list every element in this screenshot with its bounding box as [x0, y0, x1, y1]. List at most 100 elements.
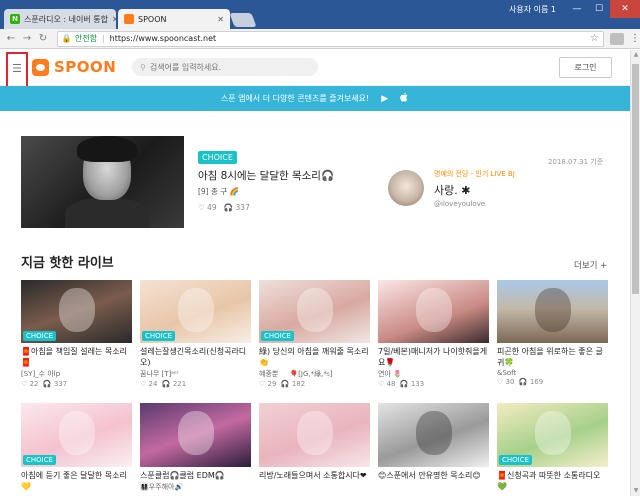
hall-of-fame-date: 2018.07.31 기준 — [548, 158, 604, 166]
secure-indicator[interactable]: 🔒 안전함 — [62, 33, 97, 44]
apple-store-icon[interactable] — [400, 92, 409, 105]
bookmark-star-icon[interactable]: ☆ — [590, 33, 599, 44]
live-title[interactable]: 綠) 당신의 아침을 깨워줄 목소리👏 — [259, 346, 370, 368]
listeners-count: 🎧 182 — [280, 380, 306, 388]
search-input[interactable] — [149, 62, 300, 72]
close-window-button[interactable]: ✕ — [610, 0, 640, 18]
live-thumbnail[interactable]: CHOICE — [21, 403, 132, 467]
live-author[interactable]: 연아 🌷 — [378, 369, 489, 379]
avatar[interactable] — [388, 170, 424, 206]
url-text[interactable]: https://www.spooncast.net — [110, 34, 217, 43]
live-thumbnail[interactable] — [378, 403, 489, 467]
live-title[interactable]: 7일/베본)매니저가 나이핫줘을게요🌹 — [378, 346, 489, 368]
google-play-icon[interactable]: ▶ — [381, 94, 388, 104]
likes-count: ♡ 49 — [198, 203, 217, 212]
featured-live-thumbnail[interactable] — [21, 136, 184, 228]
live-stats: ♡ 29 🎧 182 — [259, 380, 370, 388]
tab-naver[interactable]: N 스푼라디오 : 네이버 통합 ✕ — [4, 9, 116, 29]
scroll-thumb[interactable] — [632, 64, 639, 294]
live-thumbnail[interactable]: CHOICE — [497, 403, 608, 467]
live-author[interactable]: 꿈나무 [T]ᵃᵉᶦ — [140, 369, 251, 379]
lock-icon: 🔒 — [61, 34, 72, 43]
site-header: ☰ SPOON ⚲ 로그인 — [0, 50, 630, 90]
listeners-count: 🎧 169 — [518, 378, 544, 386]
scroll-down-arrow-icon[interactable]: ▼ — [631, 486, 640, 496]
hall-of-fame-label: 명예의 전당 - 인기 LIVE BJ — [434, 170, 515, 178]
live-stats: ♡ 30 🎧 169 — [497, 378, 608, 386]
likes-count: ♡ 29 — [259, 380, 277, 388]
thumbnail-figure — [297, 411, 333, 455]
hamburger-menu-button[interactable]: ☰ — [6, 52, 28, 90]
live-title[interactable]: 설레는잘생긴목소리(신청곡라디오) — [140, 346, 251, 368]
new-tab-button[interactable] — [229, 13, 257, 27]
live-card[interactable]: 리방/노래들으며서 소통합시다❤ — [259, 403, 370, 492]
choice-badge: CHOICE — [23, 455, 57, 465]
live-author[interactable]: 혜중뿐 🎈[JG,*綠,*₅] — [259, 369, 370, 379]
page-scrollbar[interactable]: ▲ ▼ — [630, 50, 640, 496]
live-card[interactable]: CHOICE 설레는잘생긴목소리(신청곡라디오) 꿈나무 [T]ᵃᵉᶦ ♡ 24… — [140, 280, 251, 388]
live-card[interactable]: CHOICE 🧧신청곡과 따뜻한 소통라디오💚 — [497, 403, 608, 492]
live-thumbnail[interactable] — [497, 280, 608, 343]
thumbnail-figure — [59, 288, 95, 332]
forward-icon[interactable]: → — [19, 33, 35, 44]
live-thumbnail[interactable]: CHOICE — [259, 280, 370, 343]
thumbnail-figure — [178, 288, 214, 332]
live-title[interactable]: 아침에 듣기 좋은 달달한 목소리💛 — [21, 470, 132, 492]
likes-count: ♡ 22 — [21, 380, 39, 388]
live-thumbnail[interactable] — [378, 280, 489, 343]
listeners-count: 🎧 337 — [223, 203, 250, 212]
browser-menu-icon[interactable]: ⋮ — [630, 33, 640, 44]
spoon-logo[interactable]: SPOON — [32, 58, 116, 76]
likes-count: ♡ 24 — [140, 380, 158, 388]
back-icon[interactable]: ← — [3, 33, 19, 44]
live-card[interactable]: CHOICE 아침에 듣기 좋은 달달한 목소리💛 — [21, 403, 132, 492]
live-title[interactable]: 리방/노래들으며서 소통합시다❤ — [259, 470, 370, 492]
reload-icon[interactable]: ↻ — [35, 33, 51, 44]
see-more-link[interactable]: 더보기 + — [574, 259, 607, 271]
secure-label: 안전함 — [74, 34, 97, 43]
live-thumbnail[interactable] — [140, 403, 251, 467]
app-promo-banner[interactable]: 스푼 앱에서 더 다양한 콘텐츠를 즐겨보세요! ▶ — [0, 86, 630, 111]
window-user-label: 사용자 이름 1 — [509, 5, 556, 14]
banner-text: 스푼 앱에서 더 다양한 콘텐츠를 즐겨보세요! — [220, 94, 370, 103]
close-tab-icon[interactable]: ✕ — [108, 15, 116, 24]
live-thumbnail[interactable]: CHOICE — [21, 280, 132, 343]
url-bar[interactable]: 🔒 안전함 | https://www.spooncast.net ☆ — [56, 30, 605, 47]
live-title[interactable]: 🧧아침을 책임질 설레는 목소리🧧 — [21, 346, 132, 368]
login-button[interactable]: 로그인 — [559, 57, 612, 78]
featured-figure-body — [65, 198, 149, 228]
live-card[interactable]: 7일/베본)매니저가 나이핫줘을게요🌹 연아 🌷 ♡ 48 🎧 133 — [378, 280, 489, 388]
live-thumbnail[interactable] — [259, 403, 370, 467]
live-title[interactable]: 피곤한 아침을 위로하는 좋은 글귀🍀 — [497, 346, 608, 368]
live-card[interactable]: CHOICE 🧧아침을 책임질 설레는 목소리🧧 [SY]_수 아lp ♡ 22… — [21, 280, 132, 388]
spoon-logo-icon — [32, 58, 49, 76]
featured-title[interactable]: 아침 8시에는 달달한 목소리🎧 — [198, 168, 334, 183]
minimize-button[interactable]: — — [566, 0, 588, 18]
live-title[interactable]: 🧧신청곡과 따뜻한 소통라디오💚 — [497, 470, 608, 492]
live-card[interactable]: 스푼클럽🎧클럽 EDM🎧 👩‍👩‍👧‍👦우주해아🔊 — [140, 403, 251, 492]
choice-badge: CHOICE — [499, 455, 533, 465]
search-box[interactable]: ⚲ — [132, 58, 318, 76]
spoon-favicon-icon — [124, 14, 134, 24]
live-card[interactable]: 😊스푼에서 안유명한 목소리😊 — [378, 403, 489, 492]
scroll-up-arrow-icon[interactable]: ▲ — [631, 50, 640, 60]
featured-author[interactable]: [9] 종 구 🌈 — [198, 186, 239, 197]
live-author[interactable]: [SY]_수 아lp — [21, 369, 132, 379]
live-stats: ♡ 48 🎧 133 — [378, 380, 489, 388]
choice-badge: CHOICE — [142, 331, 176, 341]
live-thumbnail[interactable]: CHOICE — [140, 280, 251, 343]
live-card[interactable]: 피곤한 아침을 위로하는 좋은 글귀🍀 &Soft ♡ 30 🎧 169 — [497, 280, 608, 386]
listeners-count: 🎧 133 — [399, 380, 425, 388]
close-tab-icon[interactable]: ✕ — [213, 15, 224, 24]
tab-spoon[interactable]: SPOON ✕ — [118, 9, 230, 29]
live-title[interactable]: 스푼클럽🎧클럽 EDM🎧 👩‍👩‍👧‍👦우주해아🔊 — [140, 470, 251, 492]
extension-icon[interactable] — [610, 32, 624, 45]
maximize-button[interactable]: ☐ — [588, 0, 610, 18]
live-author[interactable]: &Soft — [497, 369, 608, 377]
thumbnail-figure — [178, 411, 214, 455]
live-card[interactable]: CHOICE 綠) 당신의 아침을 깨워줄 목소리👏 혜중뿐 🎈[JG,*綠,*… — [259, 280, 370, 388]
live-title[interactable]: 😊스푼에서 안유명한 목소리😊 — [378, 470, 489, 492]
live-co-hosts: 🎈[JG,*綠,*₅] — [289, 370, 333, 378]
thumbnail-figure — [535, 411, 571, 455]
hall-of-fame-name[interactable]: 사랑. ✱ — [434, 182, 470, 198]
